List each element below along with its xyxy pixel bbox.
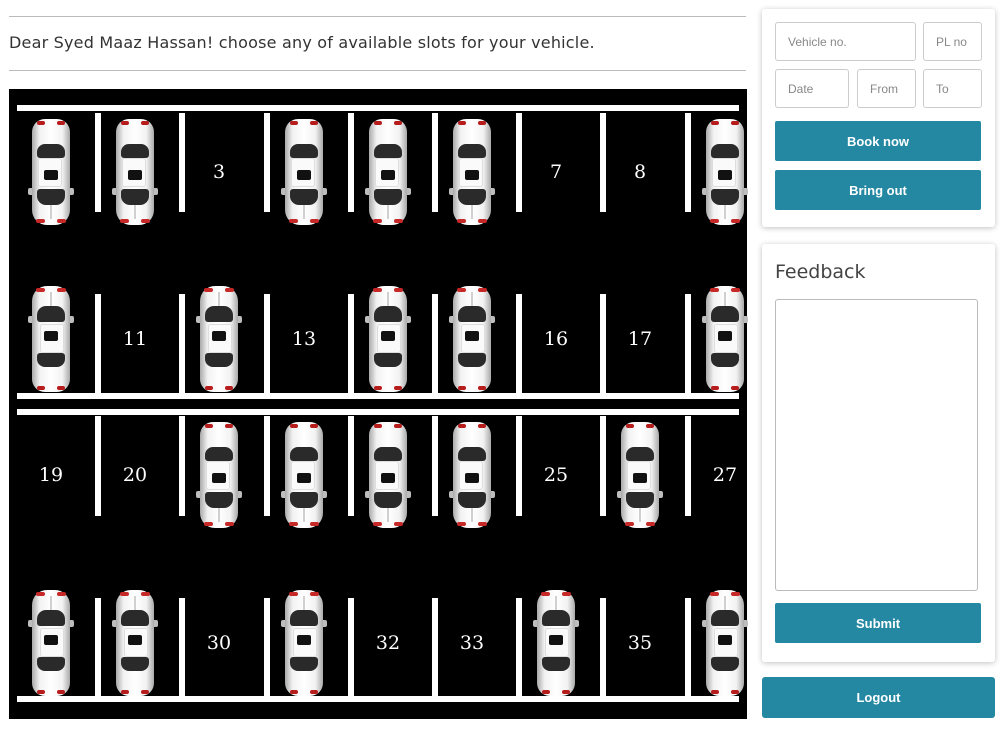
parking-slot-occupied	[15, 117, 87, 226]
from-time-input[interactable]	[857, 69, 916, 108]
book-now-button[interactable]: Book now	[775, 121, 981, 161]
parking-slot-available[interactable]: 32	[352, 588, 424, 698]
parking-slot-occupied	[352, 420, 424, 530]
parking-lot: 3 7 8 11 13 16 17 19 20 25 27 30 32 33 35	[9, 89, 748, 719]
slot-number: 27	[712, 464, 738, 486]
to-time-input[interactable]	[923, 69, 982, 108]
car-icon	[112, 590, 158, 696]
slot-number: 25	[543, 464, 569, 486]
lot-line-horizontal	[17, 393, 739, 399]
slot-number: 33	[459, 632, 485, 654]
slot-number: 19	[38, 464, 64, 486]
feedback-card: Feedback Submit	[762, 244, 995, 662]
parking-slot-available[interactable]: 25	[520, 420, 592, 530]
greeting-divider	[9, 70, 746, 71]
parking-slot-occupied	[689, 117, 761, 226]
slot-number: 7	[549, 160, 563, 183]
pl-number-input[interactable]	[923, 22, 982, 61]
car-icon	[449, 118, 495, 225]
parking-slot-occupied	[689, 588, 761, 698]
top-divider	[9, 16, 746, 17]
car-icon	[196, 422, 242, 528]
car-icon	[702, 285, 748, 392]
car-icon	[702, 118, 748, 225]
car-icon	[112, 118, 158, 225]
parking-slot-occupied	[15, 284, 87, 393]
car-icon	[281, 590, 327, 696]
parking-slot-available[interactable]: 8	[604, 117, 676, 226]
car-icon	[702, 590, 748, 696]
greeting-text: Dear Syed Maaz Hassan! choose any of ava…	[9, 33, 595, 52]
slot-number: 32	[375, 632, 401, 654]
bring-out-button[interactable]: Bring out	[775, 170, 981, 210]
parking-slot-occupied	[436, 117, 508, 226]
parking-slot-occupied	[268, 420, 340, 530]
parking-slot-available[interactable]: 3	[183, 117, 255, 226]
parking-slot-occupied	[268, 588, 340, 698]
slot-number: 17	[627, 327, 653, 350]
slot-number: 8	[633, 160, 647, 183]
parking-slot-occupied	[352, 117, 424, 226]
car-icon	[449, 285, 495, 392]
parking-slot-available[interactable]: 27	[689, 420, 761, 530]
slot-number: 13	[291, 327, 317, 350]
logout-button[interactable]: Logout	[762, 677, 995, 718]
parking-slot-occupied	[183, 420, 255, 530]
parking-slot-available[interactable]: 33	[436, 588, 508, 698]
parking-slot-available[interactable]: 17	[604, 284, 676, 393]
parking-slot-occupied	[15, 588, 87, 698]
car-icon	[449, 422, 495, 528]
parking-slot-available[interactable]: 16	[520, 284, 592, 393]
parking-slot-occupied	[436, 284, 508, 393]
parking-slot-available[interactable]: 30	[183, 588, 255, 698]
car-icon	[365, 422, 411, 528]
parking-slot-occupied	[99, 588, 171, 698]
parking-slot-available[interactable]: 7	[520, 117, 592, 226]
parking-slot-occupied	[436, 420, 508, 530]
car-icon	[365, 285, 411, 392]
date-input[interactable]	[775, 69, 849, 108]
lot-line-horizontal	[17, 409, 739, 415]
parking-slot-occupied	[352, 284, 424, 393]
parking-slot-available[interactable]: 20	[99, 420, 171, 530]
car-icon	[28, 285, 74, 392]
parking-slot-available[interactable]: 13	[268, 284, 340, 393]
parking-slot-occupied	[520, 588, 592, 698]
parking-slot-occupied	[268, 117, 340, 226]
car-icon	[196, 285, 242, 392]
parking-slot-occupied	[183, 284, 255, 393]
parking-slot-available[interactable]: 19	[15, 420, 87, 530]
slot-number: 3	[212, 160, 226, 183]
car-icon	[365, 118, 411, 225]
car-icon	[281, 422, 327, 528]
slot-number: 16	[543, 327, 569, 350]
lot-line-horizontal	[17, 105, 739, 111]
car-icon	[28, 590, 74, 696]
car-icon	[617, 422, 663, 528]
parking-slot-available[interactable]: 35	[604, 588, 676, 698]
parking-slot-occupied	[689, 284, 761, 393]
car-icon	[28, 118, 74, 225]
slot-number: 30	[206, 632, 232, 654]
booking-card: Book now Bring out	[762, 9, 995, 227]
parking-slot-occupied	[604, 420, 676, 530]
car-icon	[533, 590, 579, 696]
parking-slot-available[interactable]: 11	[99, 284, 171, 393]
car-icon	[281, 118, 327, 225]
slot-number: 20	[122, 464, 148, 486]
slot-number: 35	[627, 632, 653, 654]
feedback-textarea[interactable]	[775, 299, 978, 591]
vehicle-number-input[interactable]	[775, 22, 916, 61]
feedback-title: Feedback	[775, 261, 866, 283]
parking-slot-occupied	[99, 117, 171, 226]
submit-feedback-button[interactable]: Submit	[775, 603, 981, 643]
slot-number: 11	[122, 327, 148, 350]
